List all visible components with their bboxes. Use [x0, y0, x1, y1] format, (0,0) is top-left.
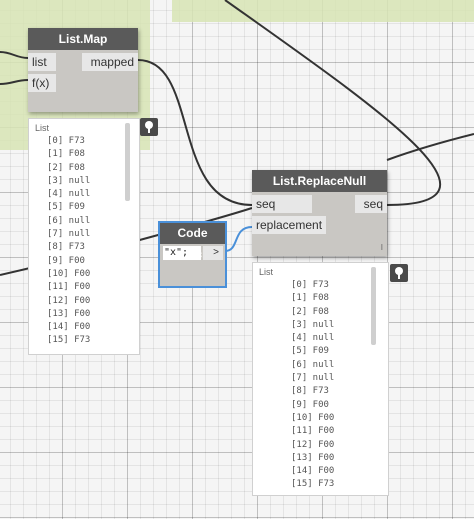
output-port-mapped[interactable]: mapped — [82, 53, 138, 71]
list-item: [7] null — [47, 229, 91, 240]
list-item: [15] F73 — [291, 479, 335, 490]
list-item: [14] F00 — [47, 322, 91, 333]
output-port-seq[interactable]: seq — [355, 195, 387, 213]
list-item: [6] null — [291, 359, 335, 370]
list-item: [9] F00 — [291, 399, 329, 410]
list-item: [8] F73 — [47, 242, 85, 253]
lacing-indicator[interactable]: I — [381, 243, 383, 252]
scrollbar[interactable] — [125, 123, 130, 201]
preview-bubble-replacenull[interactable]: List [0] F73 [1] F08 [2] F08 [3] null [4] nu… — [252, 262, 389, 496]
input-port-replacement[interactable]: replacement — [252, 216, 326, 234]
list-replacenull-node[interactable]: List.ReplaceNull seq replacement seq I — [252, 170, 387, 256]
connector-wire[interactable] — [0, 79, 29, 85]
output-port[interactable]: > — [203, 246, 223, 260]
list-item: [12] F00 — [47, 295, 91, 306]
list-item: [7] null — [291, 373, 335, 384]
list-item: [5] F09 — [47, 202, 85, 213]
connector-wire[interactable] — [386, 133, 474, 161]
list-item: [11] F00 — [47, 282, 91, 293]
list-item: [11] F00 — [291, 426, 335, 437]
list-item: [9] F00 — [47, 255, 85, 266]
list-header: List — [259, 267, 274, 277]
pin-icon[interactable] — [140, 118, 158, 136]
list-item: [5] F09 — [291, 346, 329, 357]
list-item: [8] F73 — [291, 386, 329, 397]
list-item: [10] F00 — [47, 268, 91, 279]
scrollbar[interactable] — [371, 267, 376, 345]
node-title: Code Block — [160, 223, 225, 261]
list-header: List — [35, 123, 50, 133]
preview-bubble-list-map[interactable]: List [0] F73 [1] F08 [2] F08 [3] null [4] nu… — [28, 118, 140, 355]
code-block-node[interactable]: Code Block "x"; > — [158, 221, 227, 288]
input-port-seq[interactable]: seq — [252, 195, 312, 213]
list-item: [12] F00 — [291, 439, 335, 450]
code-editor[interactable]: "x"; — [163, 246, 201, 260]
graph-canvas[interactable]: List.Map list f(x) mapped List [0] F73 [1… — [0, 0, 474, 519]
code-text: "x"; — [164, 247, 189, 258]
connector-wire[interactable] — [0, 51, 29, 59]
list-item: [13] F00 — [47, 308, 91, 319]
connector-wire-highlighted[interactable] — [224, 226, 253, 252]
input-port-fx[interactable]: f(x) — [28, 74, 56, 92]
node-title: List.Map — [28, 28, 138, 50]
pin-icon[interactable] — [390, 264, 408, 282]
node-title: List.ReplaceNull — [252, 170, 387, 192]
list-map-node[interactable]: List.Map list f(x) mapped — [28, 28, 138, 112]
list-item: [10] F00 — [291, 412, 335, 423]
list-item: [15] F73 — [47, 335, 91, 346]
input-port-list[interactable]: list — [28, 53, 56, 71]
list-item: [14] F00 — [291, 466, 335, 477]
list-item: [6] null — [47, 215, 91, 226]
list-item: [13] F00 — [291, 452, 335, 463]
